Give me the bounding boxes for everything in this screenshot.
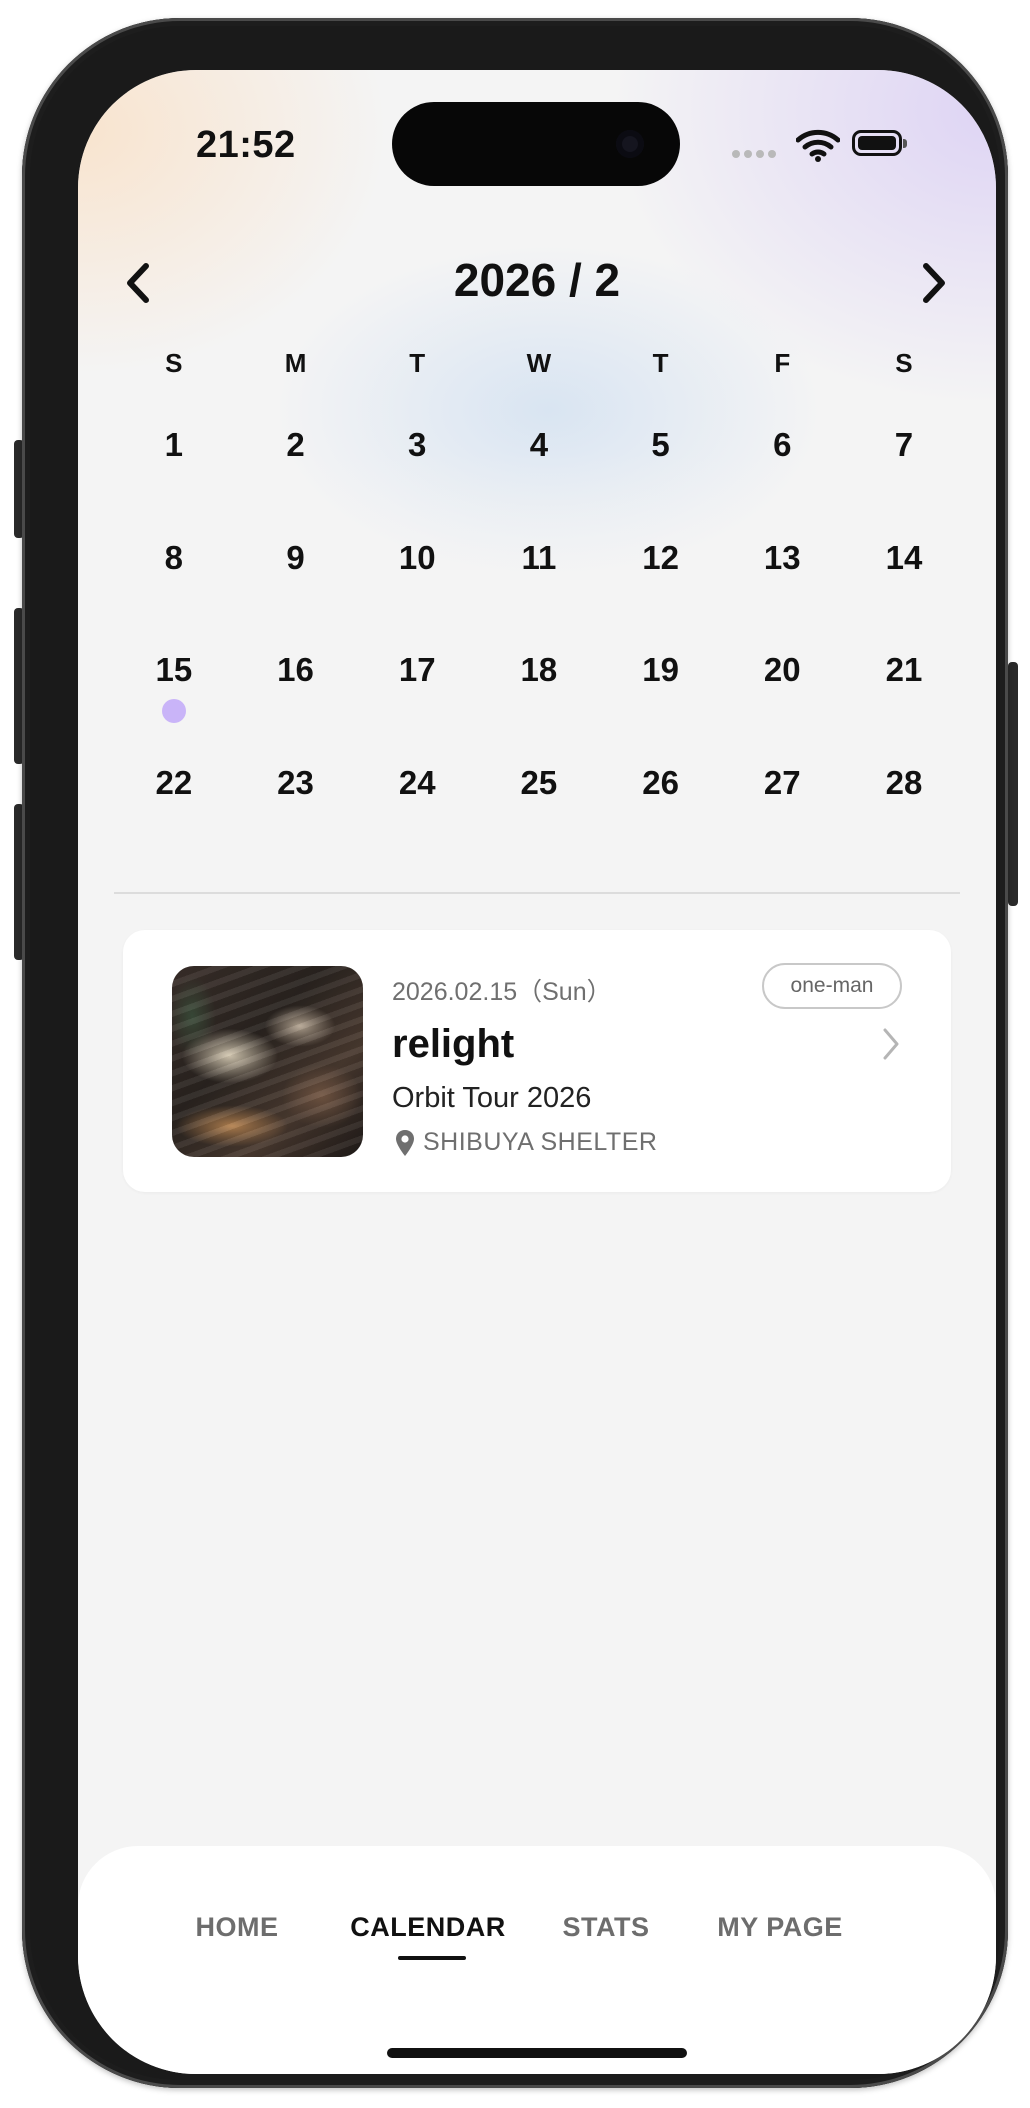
event-tour: Orbit Tour 2026 — [392, 1082, 592, 1114]
weekday-label: M — [284, 348, 307, 378]
battery-icon — [852, 130, 907, 156]
dynamic-island — [392, 102, 680, 186]
weekday-label: F — [774, 348, 791, 378]
power-button — [1008, 662, 1018, 906]
chevron-right-icon[interactable] — [910, 258, 954, 308]
calendar-day-with-event[interactable]: 15 — [113, 645, 235, 758]
calendar-day[interactable]: 13 — [721, 533, 843, 646]
screen: 21:52 2026 / 2 S M T W T F S 1 2 3 4 5 6… — [78, 70, 996, 2074]
event-dot-icon — [161, 699, 186, 723]
calendar-day[interactable]: 6 — [721, 420, 843, 533]
event-venue: SHIBUYA SHELTER — [423, 1128, 658, 1156]
calendar-day[interactable]: 24 — [356, 758, 478, 871]
calendar-day[interactable]: 27 — [721, 758, 843, 871]
calendar-day[interactable]: 7 — [843, 420, 965, 533]
calendar-day[interactable]: 9 — [235, 533, 357, 646]
calendar-week: 1 2 3 4 5 6 7 — [113, 420, 965, 533]
calendar-day[interactable]: 23 — [235, 758, 357, 871]
phone-frame: 21:52 2026 / 2 S M T W T F S 1 2 3 4 5 6… — [22, 18, 1008, 2088]
chevron-right-icon — [883, 1028, 899, 1060]
calendar-day[interactable]: 16 — [235, 645, 357, 758]
calendar-day[interactable]: 22 — [113, 758, 235, 871]
calendar-day[interactable]: 3 — [356, 420, 478, 533]
day-number: 15 — [155, 651, 193, 688]
calendar-grid: 1 2 3 4 5 6 7 8 9 10 11 12 13 14 15 16 1… — [113, 420, 965, 870]
calendar-day[interactable]: 19 — [600, 645, 722, 758]
active-tab-indicator — [398, 1956, 466, 1960]
wifi-icon — [796, 129, 840, 162]
calendar-day[interactable]: 18 — [478, 645, 600, 758]
calendar-day[interactable]: 10 — [356, 533, 478, 646]
cellular-signal-icon — [732, 150, 780, 160]
calendar-day[interactable]: 26 — [600, 758, 722, 871]
event-card[interactable]: 2026.02.15（Sun） one-man relight Orbit To… — [123, 930, 951, 1192]
calendar-week: 8 9 10 11 12 13 14 — [113, 533, 965, 646]
tab-my-page[interactable]: MY PAGE — [690, 1912, 870, 1943]
calendar-week: 15 16 17 18 19 20 21 — [113, 645, 965, 758]
tab-bar: HOME CALENDAR STATS MY PAGE — [78, 1846, 996, 2074]
calendar-day[interactable]: 14 — [843, 533, 965, 646]
event-type-badge: one-man — [762, 963, 902, 1009]
calendar-day[interactable]: 2 — [235, 420, 357, 533]
calendar-day[interactable]: 17 — [356, 645, 478, 758]
calendar-day[interactable]: 1 — [113, 420, 235, 533]
calendar-day[interactable]: 4 — [478, 420, 600, 533]
month-title: 2026 / 2 — [453, 254, 621, 306]
status-time: 21:52 — [196, 124, 296, 166]
weekday-label: S — [165, 348, 183, 378]
calendar-day[interactable]: 8 — [113, 533, 235, 646]
calendar-day[interactable]: 28 — [843, 758, 965, 871]
tab-home[interactable]: HOME — [162, 1912, 312, 1943]
event-date: 2026.02.15（Sun） — [392, 978, 612, 1006]
calendar-day[interactable]: 20 — [721, 645, 843, 758]
tab-stats[interactable]: STATS — [536, 1912, 676, 1943]
weekday-label: T — [409, 348, 426, 378]
calendar-day[interactable]: 25 — [478, 758, 600, 871]
calendar-week: 22 23 24 25 26 27 28 — [113, 758, 965, 871]
event-artist: relight — [392, 1022, 515, 1066]
calendar-day[interactable]: 12 — [600, 533, 722, 646]
weekday-label: T — [652, 348, 669, 378]
calendar-day[interactable]: 5 — [600, 420, 722, 533]
calendar-day[interactable]: 21 — [843, 645, 965, 758]
location-pin-icon — [396, 1130, 414, 1156]
camera-icon — [616, 130, 644, 158]
weekday-label: S — [895, 348, 913, 378]
calendar-day[interactable]: 11 — [478, 533, 600, 646]
event-thumbnail — [172, 966, 363, 1157]
weekday-header: S M T W T F S — [113, 348, 965, 379]
divider — [114, 892, 960, 894]
home-indicator[interactable] — [387, 2048, 687, 2058]
weekday-label: W — [526, 348, 552, 378]
tab-calendar[interactable]: CALENDAR — [328, 1912, 528, 1943]
